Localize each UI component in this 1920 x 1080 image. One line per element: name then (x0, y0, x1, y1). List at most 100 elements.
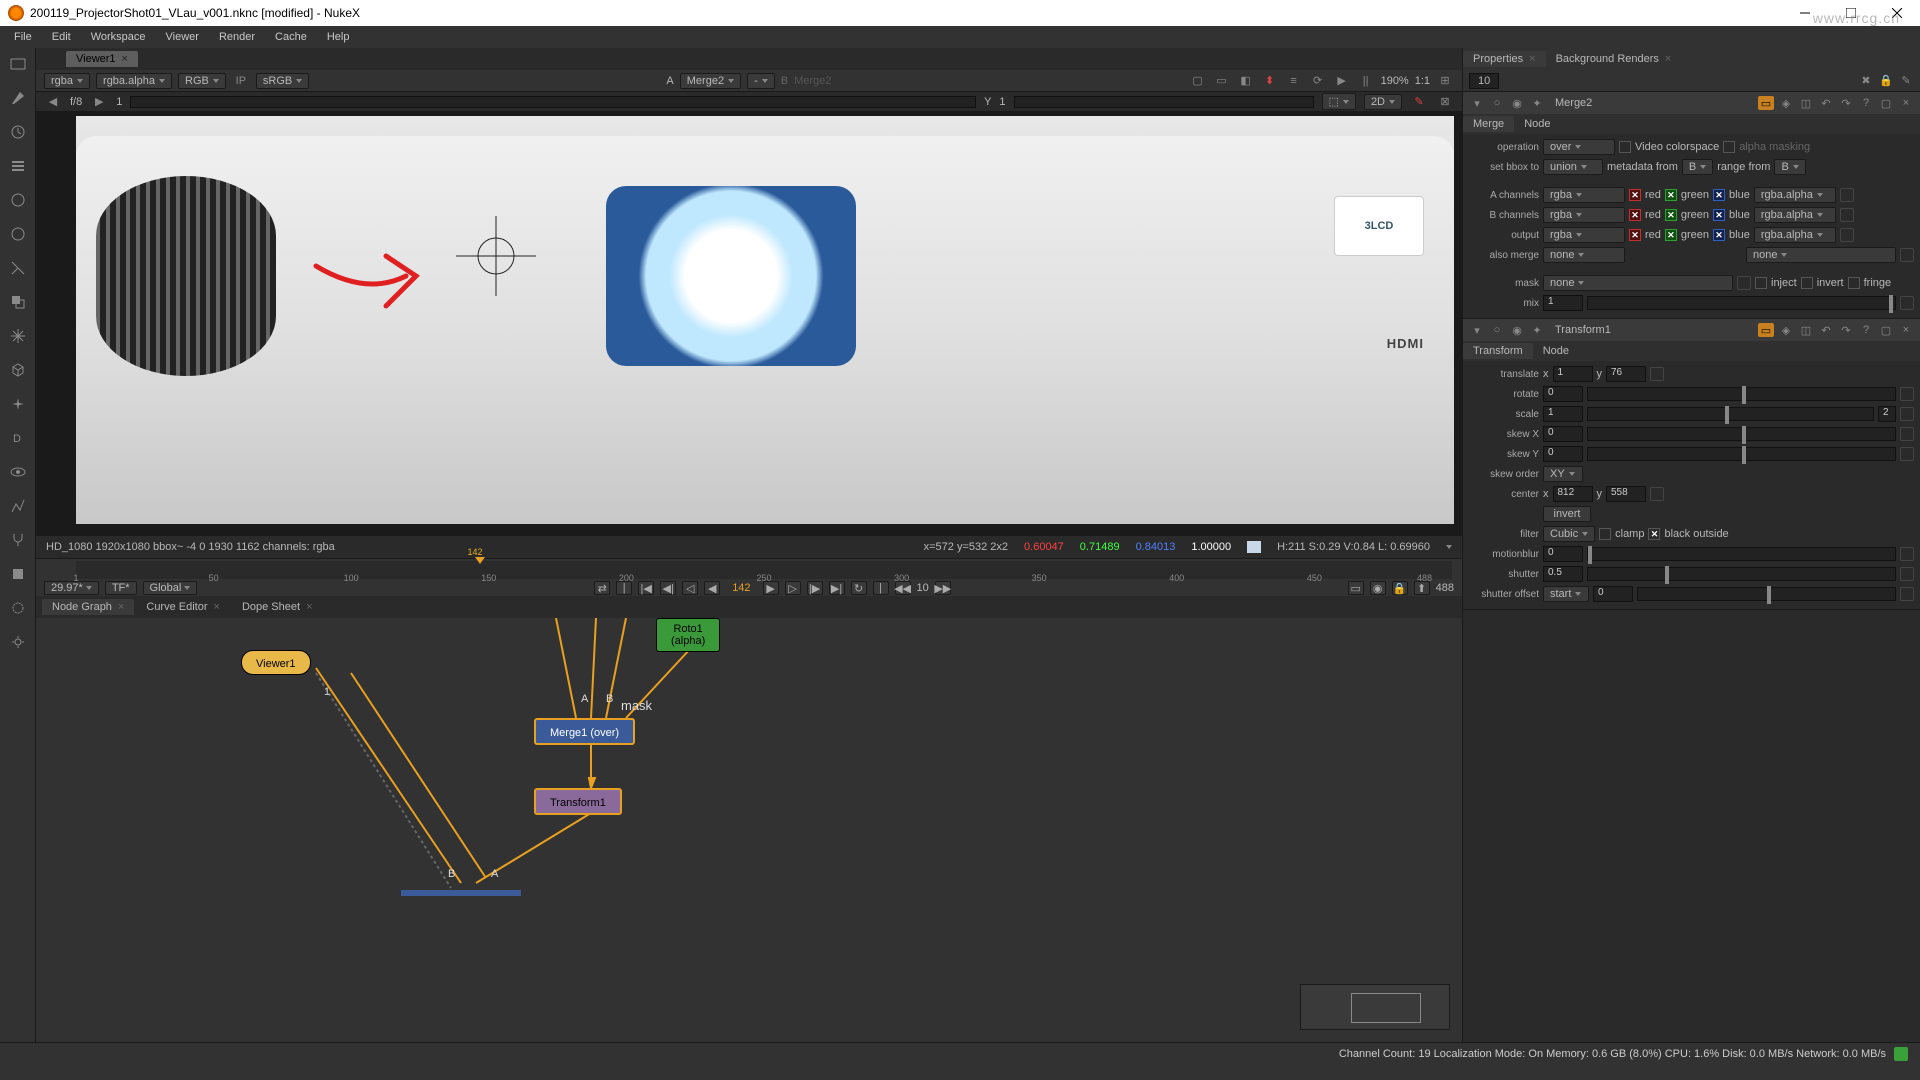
end-frame[interactable]: 488 (1436, 582, 1454, 594)
menu-file[interactable]: File (6, 29, 40, 45)
rgb-select[interactable]: RGB (178, 73, 226, 89)
goto-first-icon[interactable]: |◀ (638, 581, 654, 595)
mix-input[interactable]: 1 (1543, 295, 1583, 311)
tab-dopesheet[interactable]: Dope Sheet× (232, 599, 323, 615)
motionblur-slider[interactable] (1587, 547, 1896, 561)
capture-icon[interactable]: ◉ (1370, 581, 1386, 595)
grid-icon[interactable]: ⊞ (1436, 73, 1454, 89)
green-check[interactable]: ✕ (1665, 229, 1677, 241)
skeworder-select[interactable]: XY (1543, 466, 1583, 482)
scale-input[interactable]: 1 (1543, 406, 1583, 422)
center-button[interactable]: ◈ (1778, 96, 1794, 110)
float-button[interactable]: ▢ (1878, 323, 1894, 337)
translate-y-input[interactable]: 76 (1606, 366, 1646, 382)
tool-views-icon[interactable] (8, 462, 28, 482)
pause-icon[interactable]: || (1357, 73, 1375, 89)
translate-x-input[interactable]: 1 (1553, 366, 1593, 382)
menu-edit[interactable]: Edit (44, 29, 79, 45)
ruler-prev-icon[interactable]: ◀ (44, 94, 62, 110)
close-button[interactable]: × (1898, 323, 1914, 337)
metadata-select[interactable]: B (1682, 159, 1713, 175)
split-button[interactable]: ◫ (1798, 96, 1814, 110)
anim-menu[interactable] (1900, 407, 1914, 421)
circle-icon[interactable]: ○ (1489, 96, 1505, 110)
skewy-input[interactable]: 0 (1543, 446, 1583, 462)
tab-node[interactable]: Node (1514, 116, 1560, 132)
menu-viewer[interactable]: Viewer (158, 29, 207, 45)
green-check[interactable]: ✕ (1665, 209, 1677, 221)
monitor-icon[interactable]: ▭ (1348, 581, 1364, 595)
blue-check[interactable]: ✕ (1713, 189, 1725, 201)
blackoutside-check[interactable]: ✕ (1648, 528, 1660, 540)
tool-particles-icon[interactable] (8, 394, 28, 414)
refresh-icon[interactable]: ⟳ (1309, 73, 1327, 89)
export-icon[interactable]: ⬆ (1414, 581, 1430, 595)
menu-cache[interactable]: Cache (267, 29, 315, 45)
color-button[interactable]: ▭ (1758, 323, 1774, 337)
anim-menu[interactable] (1737, 276, 1751, 290)
clear-icon[interactable]: ✖ (1858, 74, 1874, 88)
gamma-slider[interactable] (1014, 96, 1314, 108)
2d-select[interactable]: 2D (1364, 94, 1402, 110)
prev-key-icon[interactable]: ◀| (660, 581, 676, 595)
tool-deep-icon[interactable]: D (8, 428, 28, 448)
tool-merge-icon[interactable] (8, 292, 28, 312)
tool-image-icon[interactable] (8, 54, 28, 74)
mask-select[interactable]: none (1543, 275, 1733, 291)
close-icon[interactable]: × (122, 53, 128, 65)
green-check[interactable]: ✕ (1665, 189, 1677, 201)
shutter-input[interactable]: 0.5 (1543, 566, 1583, 582)
skip-back-icon[interactable]: ◀◀ (895, 581, 911, 595)
tool-transform-icon[interactable] (8, 326, 28, 346)
channel-select[interactable]: rgba (44, 73, 90, 89)
shutteroffset-select[interactable]: start (1543, 586, 1589, 602)
alpha-out-select[interactable]: rgba.alpha (1754, 207, 1836, 223)
step-forward-icon[interactable]: ▷ (785, 581, 801, 595)
scale-slider[interactable] (1587, 407, 1874, 421)
mix-slider[interactable] (1587, 296, 1896, 310)
list-icon[interactable]: ≡ (1285, 73, 1303, 89)
range-start-icon[interactable]: | (616, 581, 632, 595)
ip-button[interactable]: IP (232, 73, 250, 89)
anim-menu[interactable] (1900, 587, 1914, 601)
zoom-value[interactable]: 190% (1381, 75, 1409, 87)
collapse-icon[interactable]: ▾ (1469, 323, 1485, 337)
tf-select[interactable]: TF* (105, 581, 137, 595)
tool-metadata-icon[interactable] (8, 496, 28, 516)
scale-link[interactable]: 2 (1878, 406, 1896, 422)
center-x-input[interactable]: 812 (1553, 486, 1593, 502)
skewx-input[interactable]: 0 (1543, 426, 1583, 442)
node-merge1[interactable]: Merge1 (over) (534, 718, 635, 745)
undo-button[interactable]: ↶ (1818, 323, 1834, 337)
motionblur-input[interactable]: 0 (1543, 546, 1583, 562)
red-check[interactable]: ✕ (1629, 209, 1641, 221)
tool-3d-icon[interactable] (8, 360, 28, 380)
input-a-select[interactable]: Merge2 (680, 73, 741, 89)
eye-icon[interactable]: ◉ (1509, 323, 1525, 337)
alsomerge-select[interactable]: none (1543, 247, 1625, 263)
shutteroffset-val[interactable]: 0 (1593, 586, 1633, 602)
range-end-icon[interactable]: | (873, 581, 889, 595)
output-select[interactable]: rgba (1543, 227, 1625, 243)
timeline-marker[interactable] (475, 557, 485, 564)
alpha-out-select[interactable]: rgba.alpha (1754, 227, 1836, 243)
wand-icon[interactable]: ✦ (1529, 96, 1545, 110)
next-key-icon[interactable]: |▶ (807, 581, 823, 595)
wipe-select[interactable]: - (747, 73, 775, 89)
viewer-tab-viewer1[interactable]: Viewer1 × (66, 51, 138, 67)
filter-select[interactable]: Cubic (1543, 526, 1595, 542)
split-button[interactable]: ◫ (1798, 323, 1814, 337)
goto-last-icon[interactable]: ▶| (829, 581, 845, 595)
play-forward-icon[interactable]: ▶ (763, 581, 779, 595)
anim-menu[interactable] (1840, 208, 1854, 222)
red-check[interactable]: ✕ (1629, 189, 1641, 201)
alpha-masking-check[interactable] (1723, 141, 1735, 153)
skip-fwd-icon[interactable]: ▶▶ (935, 581, 951, 595)
inject-check[interactable] (1755, 277, 1767, 289)
clip-icon[interactable]: ◧ (1237, 73, 1255, 89)
ratio-value[interactable]: 1:1 (1415, 75, 1430, 87)
invert-check[interactable] (1801, 277, 1813, 289)
tab-transform[interactable]: Transform (1463, 343, 1533, 359)
anim-menu[interactable] (1900, 447, 1914, 461)
node-minimap[interactable] (1300, 984, 1450, 1030)
